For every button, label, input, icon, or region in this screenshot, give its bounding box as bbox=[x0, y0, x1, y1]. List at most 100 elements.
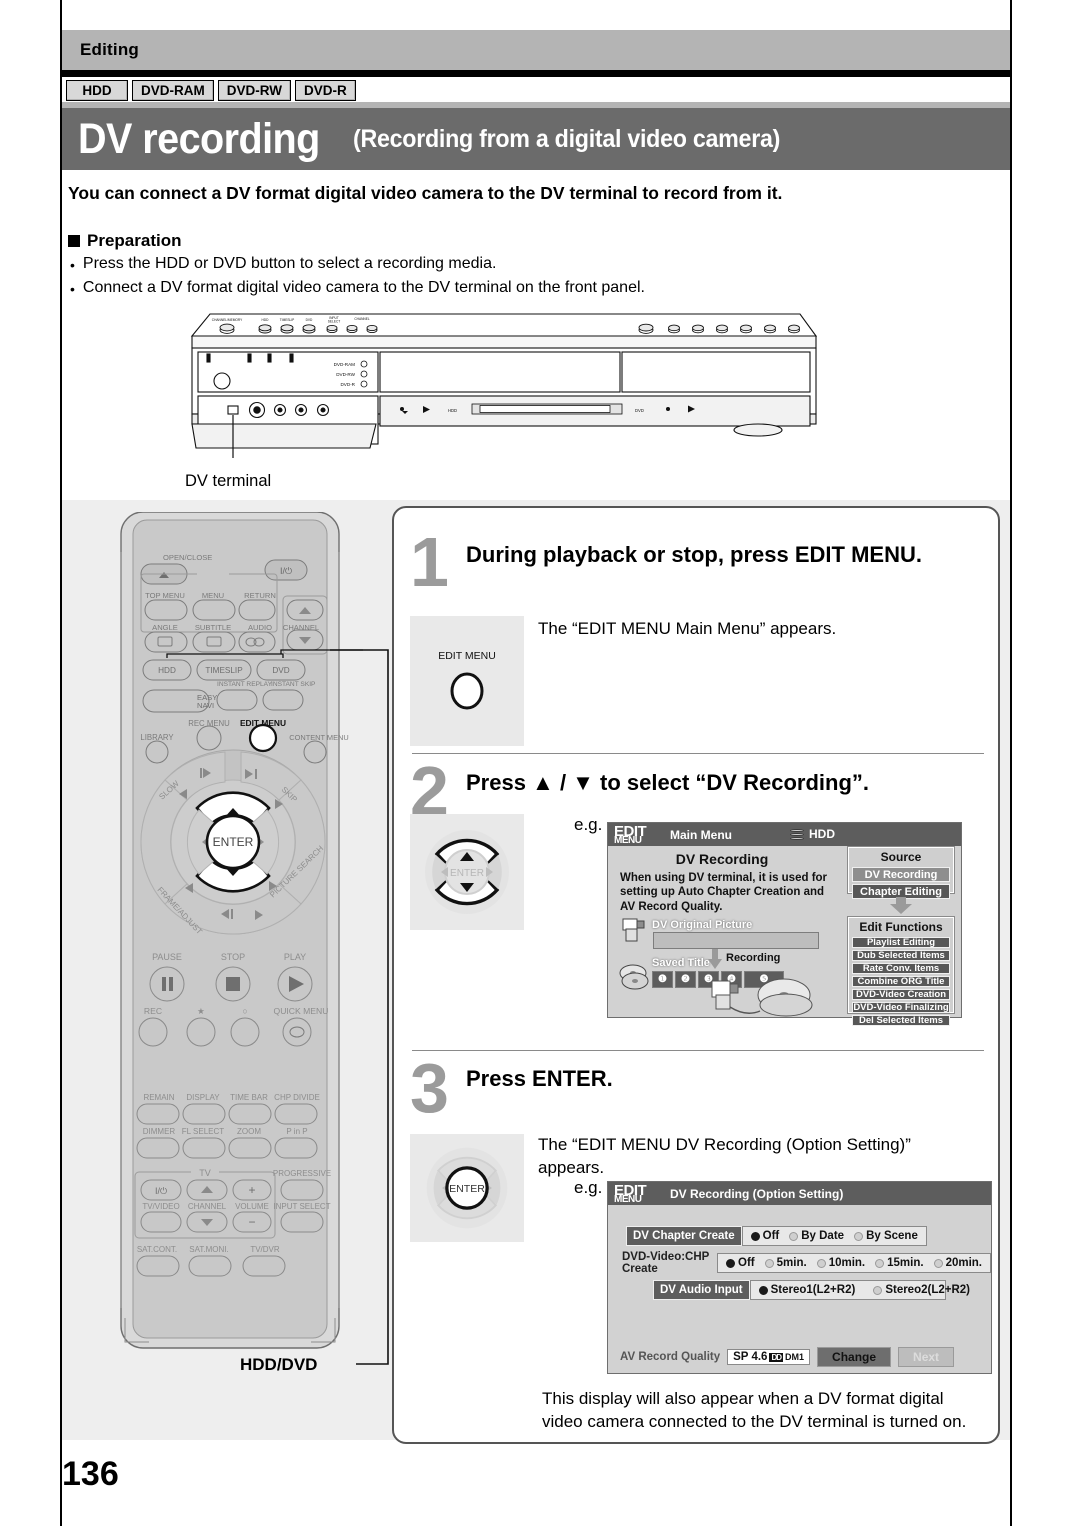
step-divider-2 bbox=[412, 1050, 984, 1051]
svg-text:STOP: STOP bbox=[221, 952, 245, 962]
section-label: Editing bbox=[80, 40, 139, 59]
dv-to-disc-illustration bbox=[711, 978, 813, 1017]
page-title: DV recording bbox=[78, 114, 320, 163]
osd-body-title: DV Recording bbox=[675, 851, 769, 867]
svg-text:PAUSE: PAUSE bbox=[152, 952, 182, 962]
osd-opt-bar-title: DV Recording (Option Setting) bbox=[670, 1187, 844, 1201]
header-rule bbox=[62, 70, 1010, 77]
osd-opt-footer: AV Record Quality SP 4.6 DD DM1 Change N… bbox=[608, 1347, 991, 1367]
step-desc-3: The “EDIT MENU DV Recording (Option Sett… bbox=[538, 1135, 911, 1177]
edit-item-dvd-video-finalizing[interactable]: DVD-Video Finalizing bbox=[852, 1002, 950, 1013]
osd-original-picture-bar bbox=[653, 932, 819, 949]
edit-item-rate-conv-items[interactable]: Rate Conv. Items bbox=[852, 963, 950, 974]
svg-text:FL SELECT: FL SELECT bbox=[182, 1127, 224, 1136]
next-button[interactable]: Next bbox=[898, 1347, 955, 1367]
radio-off-icon bbox=[933, 1258, 943, 1268]
page-title-banner: DV recording (Recording from a digital v… bbox=[62, 108, 1010, 170]
source-item-dv-recording[interactable]: DV Recording bbox=[852, 867, 950, 882]
media-badge-hdd: HDD bbox=[66, 80, 128, 101]
edit-item-combine-org-title[interactable]: Combine ORG Title bbox=[852, 976, 950, 987]
choice-20min[interactable]: 20min. bbox=[930, 1257, 986, 1269]
opt-label-dvd-video-chp-create: DVD-Video:CHP Create bbox=[622, 1251, 710, 1275]
svg-text:CHANNEL: CHANNEL bbox=[188, 1202, 227, 1211]
preparation-heading: Preparation bbox=[68, 231, 181, 251]
svg-text:VOLUME: VOLUME bbox=[235, 1202, 269, 1211]
svg-text:INSTANT REPLAY: INSTANT REPLAY bbox=[217, 681, 273, 688]
bullet-text: Press the HDD or DVD button to select a … bbox=[82, 255, 497, 272]
chip-2: ❷ bbox=[675, 971, 696, 988]
front-panel-illustration: DVD-RAM DVD-RW DVD-R CHANNEL/MEMORY HDD … bbox=[180, 308, 830, 480]
svg-text:AUDIO: AUDIO bbox=[248, 623, 272, 632]
radio-on-icon bbox=[726, 1258, 736, 1268]
source-panel: Source DV Recording Chapter Editing bbox=[848, 847, 954, 899]
opt-row-dvd-video-chp-create: DVD-Video:CHP Create Off 5min. 10min. 15… bbox=[616, 1251, 991, 1275]
svg-text:PLAY: PLAY bbox=[284, 952, 306, 962]
step-divider-1 bbox=[412, 753, 984, 754]
edit-logo-line2: MENU bbox=[614, 835, 642, 846]
svg-text:OPEN/CLOSE: OPEN/CLOSE bbox=[163, 553, 212, 562]
choice-label: By Date bbox=[801, 1230, 845, 1242]
media-badge-dvd-rw: DVD-RW bbox=[217, 80, 291, 101]
step-desc-1: The “EDIT MENU Main Menu” appears. bbox=[538, 619, 837, 638]
svg-text:DVD-R: DVD-R bbox=[340, 382, 355, 387]
page-right-rule bbox=[1010, 0, 1012, 1526]
edit-item-playlist-editing[interactable]: Playlist Editing bbox=[852, 937, 950, 948]
page-number: 136 bbox=[62, 1455, 119, 1493]
av-record-quality-label: AV Record Quality bbox=[620, 1351, 721, 1363]
edit-item-dvd-video-creation[interactable]: DVD-Video Creation bbox=[852, 989, 950, 1000]
choice-label: 15min. bbox=[887, 1257, 924, 1269]
av-record-quality-value: SP 4.6 DD DM1 bbox=[727, 1349, 811, 1365]
choice-off[interactable]: Off bbox=[722, 1257, 759, 1269]
svg-text:I/⏻: I/⏻ bbox=[280, 566, 292, 576]
svg-text:TIMESLIP: TIMESLIP bbox=[205, 666, 243, 675]
av-quality-mode: DM1 bbox=[785, 1352, 805, 1362]
edit-item-dub-selected-items[interactable]: Dub Selected Items bbox=[852, 950, 950, 961]
choice-by-scene[interactable]: By Scene bbox=[850, 1230, 922, 1242]
osd-media-label: HDD bbox=[809, 827, 835, 841]
svg-text:DVD: DVD bbox=[635, 408, 644, 413]
choice-10min[interactable]: 10min. bbox=[813, 1257, 869, 1269]
choice-stereo2[interactable]: Stereo2(L2+R2) bbox=[869, 1284, 974, 1296]
choice-15min[interactable]: 15min. bbox=[871, 1257, 927, 1269]
radio-off-icon bbox=[789, 1231, 799, 1241]
opt-label-dv-chapter-create: DV Chapter Create bbox=[626, 1226, 742, 1246]
dolby-digital-icon: DD bbox=[769, 1352, 784, 1362]
intro-lead: You can connect a DV format digital vide… bbox=[68, 183, 783, 203]
svg-text:PROGRESSIVE: PROGRESSIVE bbox=[273, 1169, 331, 1178]
edit-item-del-selected-items[interactable]: Del Selected Items bbox=[852, 1015, 950, 1026]
svg-text:TIME BAR: TIME BAR bbox=[230, 1093, 268, 1102]
step-eg-2: e.g. bbox=[574, 815, 603, 834]
choice-by-date[interactable]: By Date bbox=[785, 1230, 848, 1242]
svg-text:MENU: MENU bbox=[202, 591, 224, 600]
disc-stack-icon bbox=[619, 964, 649, 990]
radio-on-icon bbox=[758, 1285, 768, 1295]
choice-label: Stereo1(L2+R2) bbox=[770, 1284, 856, 1296]
svg-text:I/⏻: I/⏻ bbox=[155, 1186, 167, 1196]
down-arrow-icon bbox=[708, 949, 722, 969]
choice-label: Off bbox=[762, 1230, 780, 1242]
header-band bbox=[62, 30, 1010, 70]
choice-label: 20min. bbox=[945, 1257, 982, 1269]
svg-text:DVD: DVD bbox=[306, 318, 313, 322]
osd-media-indicator: HDD bbox=[790, 827, 835, 841]
svg-text:DVD: DVD bbox=[272, 666, 289, 675]
osd-main-menu: EDIT MENU Main Menu HDD DV Recording Whe… bbox=[607, 822, 962, 1026]
list-item: • Press the HDD or DVD button to select … bbox=[70, 255, 970, 275]
choice-label: 5min. bbox=[776, 1257, 807, 1269]
hdd-disc-icon bbox=[790, 828, 804, 840]
arrow-up-down-icon: ENTER bbox=[425, 830, 509, 914]
closing-note: This display will also appear when a DV … bbox=[542, 1389, 967, 1431]
svg-text:ENTER: ENTER bbox=[213, 835, 254, 849]
svg-text:INSTANT SKIP: INSTANT SKIP bbox=[271, 681, 316, 688]
choice-off[interactable]: Off bbox=[747, 1230, 784, 1242]
flow-arrow-stem bbox=[896, 897, 906, 904]
arrow-pad-thumb-2: ENTER bbox=[410, 814, 524, 930]
enter-button-icon: ENTER bbox=[426, 1147, 508, 1229]
step-number-1: 1 bbox=[410, 523, 449, 601]
choice-5min[interactable]: 5min. bbox=[761, 1257, 811, 1269]
svg-text:DIMMER: DIMMER bbox=[143, 1127, 176, 1136]
choice-stereo1[interactable]: Stereo1(L2+R2) bbox=[755, 1284, 860, 1296]
radio-off-icon bbox=[816, 1258, 826, 1268]
svg-text:ZOOM: ZOOM bbox=[237, 1127, 261, 1136]
change-button[interactable]: Change bbox=[817, 1347, 892, 1367]
